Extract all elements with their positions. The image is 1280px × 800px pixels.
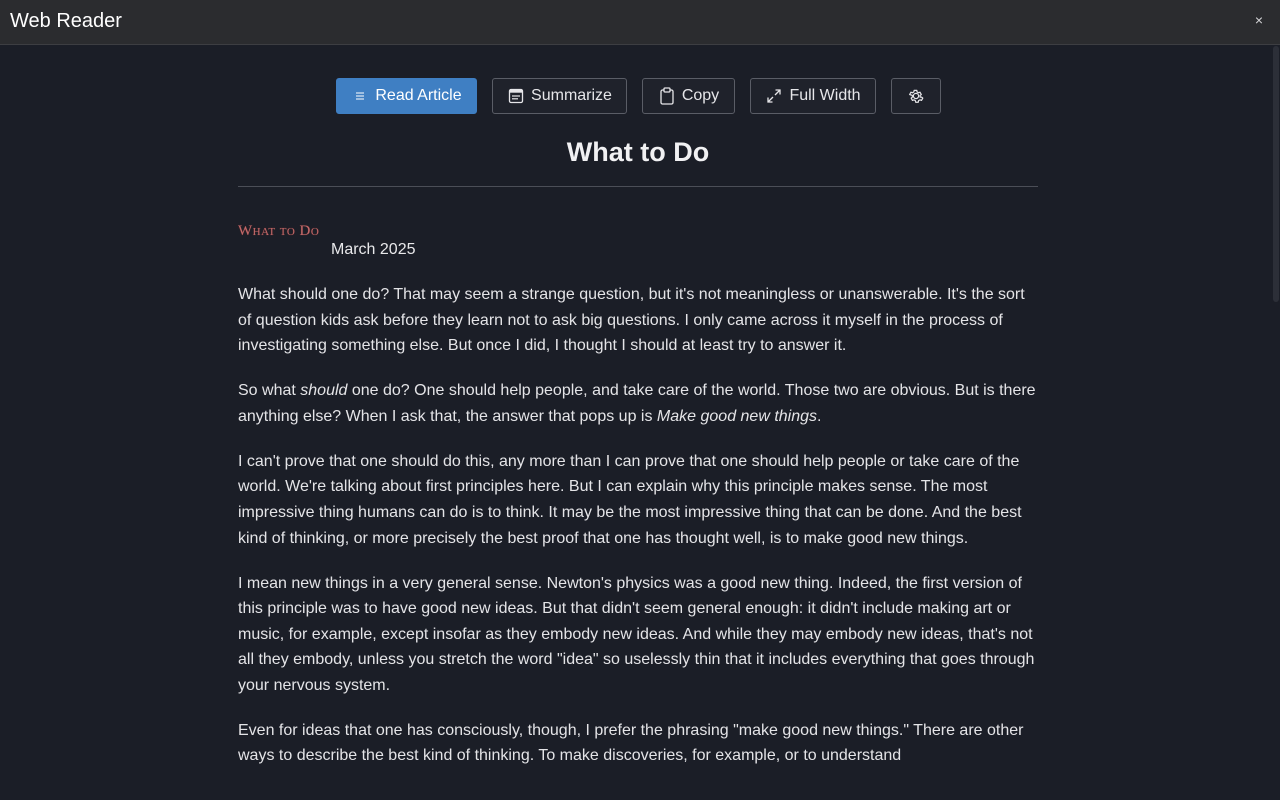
- copy-label: Copy: [681, 87, 720, 104]
- emphasized-text: Make good new things: [656, 407, 818, 425]
- article-paragraph: I mean new things in a very general sens…: [238, 571, 1038, 699]
- clipboard-icon: [658, 87, 676, 105]
- list-icon: [351, 87, 369, 105]
- paragraph-text: .: [817, 407, 822, 425]
- paragraph-text: I mean new things in a very general sens…: [238, 574, 1035, 694]
- paragraph-text: Even for ideas that one has consciously,…: [238, 721, 1024, 765]
- close-button[interactable]: ×: [1252, 13, 1266, 27]
- reader-toolbar: Read Article Summarize Copy Full Width: [336, 78, 941, 114]
- article-paragraph: Even for ideas that one has consciously,…: [238, 718, 1038, 769]
- paragraph-text: So what: [238, 382, 301, 400]
- article-date: March 2025: [331, 241, 416, 258]
- emphasized-text: should: [300, 382, 348, 400]
- summarize-button[interactable]: Summarize: [492, 78, 627, 114]
- full-width-button[interactable]: Full Width: [750, 78, 876, 114]
- summarize-label: Summarize: [531, 87, 612, 104]
- paragraph-text: one do? One should help people, and take…: [238, 382, 1036, 425]
- article-paragraph: I can't prove that one should do this, a…: [238, 449, 1038, 551]
- expand-icon: [765, 87, 783, 105]
- paragraph-text: What should one do? That may seem a stra…: [238, 286, 1025, 355]
- article-logo-text: What to Do: [238, 223, 320, 239]
- scrollbar-thumb[interactable]: [1273, 46, 1279, 302]
- article-paragraph: So what should one do? One should help p…: [238, 378, 1038, 429]
- article-body: What should one do? That may seem a stra…: [238, 282, 1038, 788]
- document-icon: [507, 87, 525, 105]
- app-title: Web Reader: [10, 10, 122, 32]
- read-article-button[interactable]: Read Article: [336, 78, 477, 114]
- title-divider: [238, 186, 1038, 187]
- copy-button[interactable]: Copy: [642, 78, 735, 114]
- full-width-label: Full Width: [789, 87, 861, 104]
- paragraph-text: I can't prove that one should do this, a…: [238, 452, 1022, 547]
- read-article-label: Read Article: [375, 87, 462, 104]
- article-paragraph: What should one do? That may seem a stra…: [238, 282, 1038, 359]
- article-logo-image: What to Do: [238, 222, 332, 240]
- settings-button[interactable]: [891, 78, 941, 114]
- close-icon: ×: [1254, 12, 1264, 28]
- article-title: What to Do: [566, 137, 710, 167]
- window-titlebar: Web Reader ×: [0, 0, 1280, 45]
- gear-icon: [907, 87, 925, 105]
